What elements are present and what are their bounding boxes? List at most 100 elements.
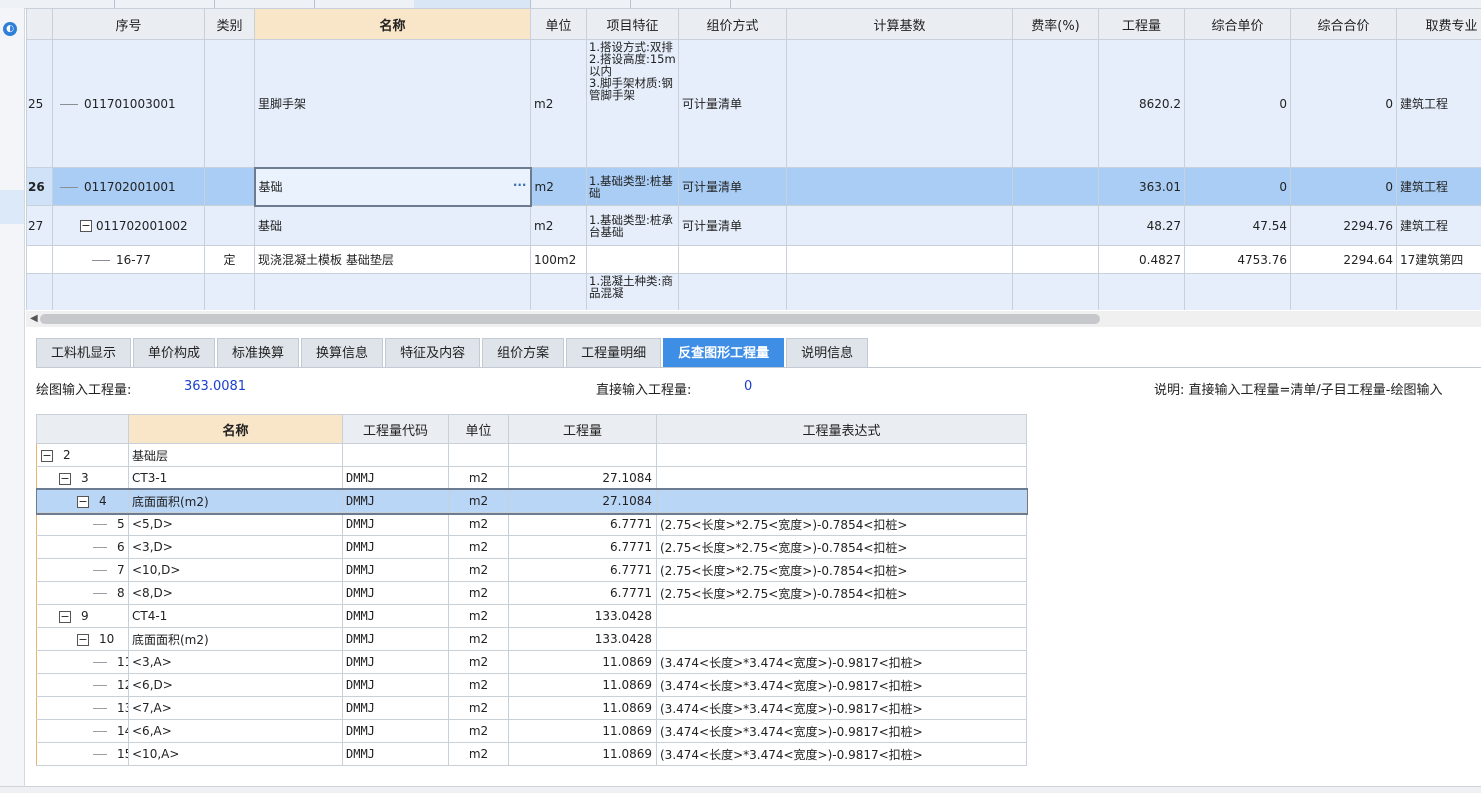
bill-base[interactable]: [787, 274, 1013, 311]
tab-quantity-detail[interactable]: 工程量明细: [566, 338, 661, 368]
bill-base[interactable]: [787, 40, 1013, 168]
col-price-header[interactable]: 综合单价: [1185, 9, 1291, 40]
graphic-expression[interactable]: [657, 490, 1027, 513]
graphic-qty[interactable]: 6.7771: [509, 559, 657, 582]
graphic-name[interactable]: CT3-1: [129, 467, 343, 490]
graphic-code[interactable]: DMMJ: [343, 605, 449, 628]
graphic-row[interactable]: 7<10,D>DMMJm26.7771(2.75<长度>*2.75<宽度>)-0…: [37, 559, 1027, 582]
graphic-unit[interactable]: m2: [449, 536, 509, 559]
tab-standard-conversion[interactable]: 标准换算: [217, 338, 299, 368]
graphic-expression[interactable]: [657, 444, 1027, 467]
bill-name-editing[interactable]: 基础···: [255, 168, 531, 206]
graphic-expression[interactable]: [657, 628, 1027, 651]
tree-cell[interactable]: −10: [37, 628, 129, 651]
bill-rate[interactable]: [1013, 168, 1099, 206]
graphic-unit[interactable]: m2: [449, 651, 509, 674]
bill-type[interactable]: [205, 206, 255, 246]
graphic-name[interactable]: 底面面积(m2): [129, 490, 343, 513]
graphic-name[interactable]: <3,A>: [129, 651, 343, 674]
collapse-icon[interactable]: −: [41, 450, 53, 462]
tree-cell[interactable]: −3: [37, 467, 129, 490]
graphic-qty[interactable]: 133.0428: [509, 605, 657, 628]
graphic-unit[interactable]: m2: [449, 513, 509, 536]
col-name-header[interactable]: 名称: [255, 9, 531, 40]
toolbar-segment[interactable]: [24, 0, 115, 8]
bill-row[interactable]: 27 −011702001002 基础 m2 1.基础类型:桩承台基础 可计量清…: [27, 206, 1481, 246]
graphic-name[interactable]: <8,D>: [129, 582, 343, 605]
graphic-qty[interactable]: 11.0869: [509, 651, 657, 674]
graphic-row[interactable]: −10底面面积(m2)DMMJm2133.0428: [37, 628, 1027, 651]
toolbar-segment[interactable]: [530, 0, 631, 8]
graphic-code[interactable]: DMMJ: [343, 513, 449, 536]
quota-method[interactable]: [679, 246, 787, 274]
graphic-name[interactable]: <5,D>: [129, 513, 343, 536]
graphic-expression[interactable]: (2.75<长度>*2.75<宽度>)-0.7854<扣桩>: [657, 513, 1027, 536]
graphic-name[interactable]: 底面面积(m2): [129, 628, 343, 651]
bill-unit[interactable]: m2: [531, 40, 587, 168]
bill-spec[interactable]: 建筑工程: [1397, 206, 1481, 246]
bill-code-cell[interactable]: 011702001001: [53, 168, 205, 206]
graphic-row[interactable]: 14<6,A>DMMJm211.0869(3.474<长度>*3.474<宽度>…: [37, 720, 1027, 743]
graphic-code[interactable]: DMMJ: [343, 743, 449, 766]
graphic-unit[interactable]: m2: [449, 490, 509, 513]
graphic-unit[interactable]: m2: [449, 582, 509, 605]
toolbar-segment[interactable]: [314, 0, 415, 8]
graphic-name[interactable]: <6,D>: [129, 674, 343, 697]
graphic-name[interactable]: <7,A>: [129, 697, 343, 720]
toolbar-segment[interactable]: [630, 0, 731, 8]
graphic-qty[interactable]: [509, 444, 657, 467]
toolbar-segment[interactable]: [214, 0, 315, 8]
graphic-name[interactable]: <3,D>: [129, 536, 343, 559]
tab-conversion-info[interactable]: 换算信息: [301, 338, 383, 368]
bill-price[interactable]: [1185, 274, 1291, 311]
tree-cell[interactable]: 7: [37, 559, 129, 582]
graphic-qty[interactable]: 11.0869: [509, 720, 657, 743]
bill-row-selected[interactable]: 26 011702001001 基础··· m2 1.基础类型:桩基础 可计量清…: [27, 168, 1481, 206]
graphic-row[interactable]: 11<3,A>DMMJm211.0869(3.474<长度>*3.474<宽度>…: [37, 651, 1027, 674]
graphic-name[interactable]: CT4-1: [129, 605, 343, 628]
graphic-row[interactable]: 5<5,D>DMMJm26.7771(2.75<长度>*2.75<宽度>)-0.…: [37, 513, 1027, 536]
col-type-header[interactable]: 类别: [205, 9, 255, 40]
graphic-name[interactable]: 基础层: [129, 444, 343, 467]
graphic-unit[interactable]: m2: [449, 559, 509, 582]
bill-type[interactable]: [205, 274, 255, 311]
bill-rate[interactable]: [1013, 206, 1099, 246]
graphic-expression[interactable]: (2.75<长度>*2.75<宽度>)-0.7854<扣桩>: [657, 559, 1027, 582]
graphic-qty[interactable]: 27.1084: [509, 467, 657, 490]
tab-labor-material[interactable]: 工料机显示: [36, 338, 131, 368]
graphic-unit[interactable]: [449, 444, 509, 467]
graphic-row[interactable]: −3CT3-1DMMJm227.1084: [37, 467, 1027, 490]
bill-rate[interactable]: [1013, 274, 1099, 311]
bill-unit[interactable]: [531, 274, 587, 311]
collapse-icon[interactable]: −: [59, 611, 71, 623]
tree-cell[interactable]: 14: [37, 720, 129, 743]
bill-row[interactable]: 25 011701003001 里脚手架 m2 1.搭设方式:双排 2.搭设高度…: [27, 40, 1481, 168]
bill-name[interactable]: 基础: [255, 206, 531, 246]
bill-qty[interactable]: [1099, 274, 1185, 311]
quota-qty[interactable]: 0.4827: [1099, 246, 1185, 274]
bill-qty[interactable]: 48.27: [1099, 206, 1185, 246]
bill-feature[interactable]: 1.搭设方式:双排 2.搭设高度:15m以内 3.脚手架材质:钢管脚手架: [587, 40, 679, 168]
bill-method[interactable]: 可计量清单: [679, 206, 787, 246]
tab-features[interactable]: 特征及内容: [385, 338, 480, 368]
scroll-left-icon[interactable]: ◀: [30, 313, 38, 324]
quota-price[interactable]: 4753.76: [1185, 246, 1291, 274]
toolbar-segment-active[interactable]: [414, 0, 531, 8]
graphic-expression[interactable]: (2.75<长度>*2.75<宽度>)-0.7854<扣桩>: [657, 582, 1027, 605]
graphic-expression[interactable]: [657, 467, 1027, 490]
bill-price[interactable]: 0: [1185, 168, 1291, 206]
bill-feature[interactable]: 1.基础类型:桩承台基础: [587, 206, 679, 246]
graphic-row[interactable]: 13<7,A>DMMJm211.0869(3.474<长度>*3.474<宽度>…: [37, 697, 1027, 720]
bill-name[interactable]: 里脚手架: [255, 40, 531, 168]
more-options-icon[interactable]: ···: [513, 178, 527, 192]
graphic-qty[interactable]: 11.0869: [509, 697, 657, 720]
graphic-code[interactable]: DMMJ: [343, 536, 449, 559]
quota-rate[interactable]: [1013, 246, 1099, 274]
col-base-header[interactable]: 计算基数: [787, 9, 1013, 40]
graphic-expression[interactable]: (3.474<长度>*3.474<宽度>)-0.9817<扣桩>: [657, 743, 1027, 766]
graphic-row[interactable]: 6<3,D>DMMJm26.7771(2.75<长度>*2.75<宽度>)-0.…: [37, 536, 1027, 559]
col-seq-header[interactable]: 序号: [53, 9, 205, 40]
graphic-row[interactable]: 15<10,A>DMMJm211.0869(3.474<长度>*3.474<宽度…: [37, 743, 1027, 766]
tree-cell[interactable]: 12: [37, 674, 129, 697]
col-qty-header[interactable]: 工程量: [1099, 9, 1185, 40]
